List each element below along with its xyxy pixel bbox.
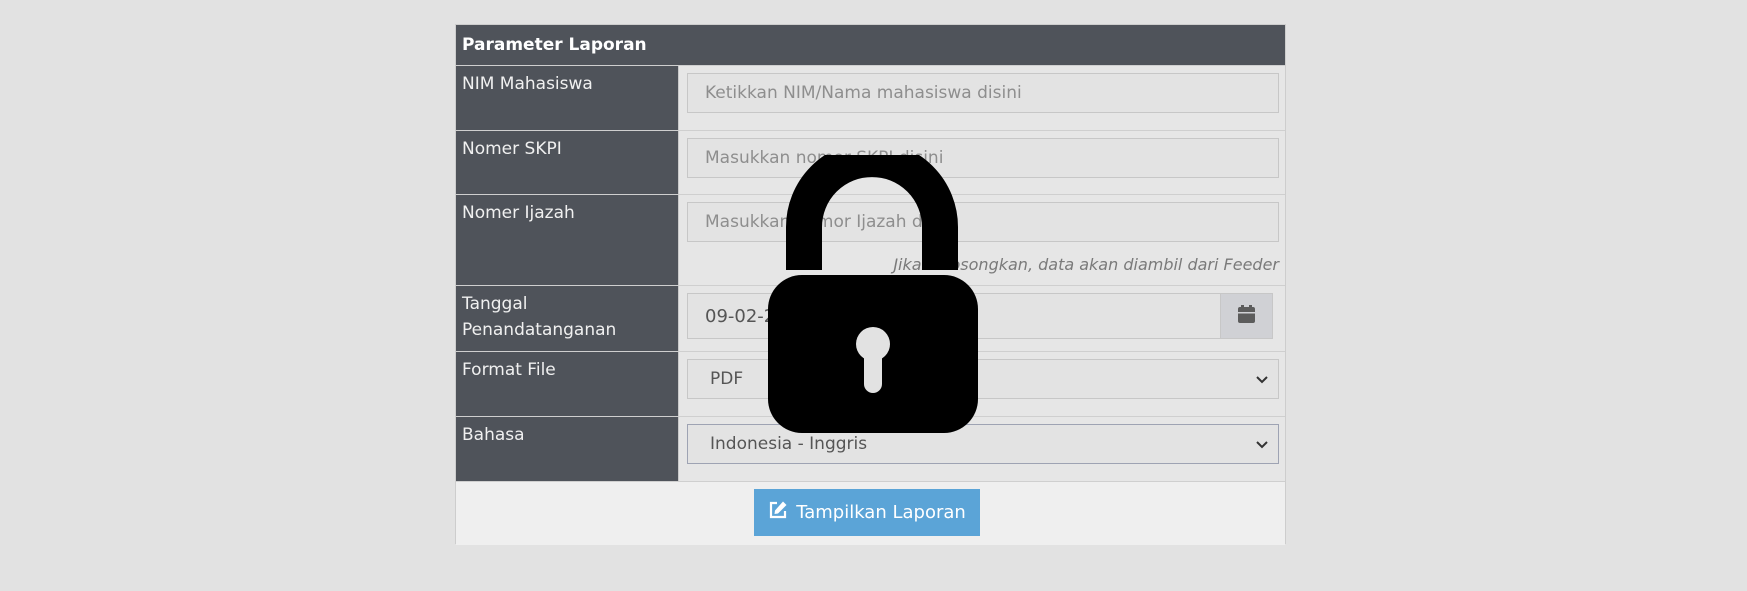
lock-icon	[768, 141, 978, 433]
form-footer: Tampilkan Laporan	[456, 481, 1285, 545]
nim-label: NIM Mahasiswa	[456, 66, 679, 130]
panel-title: Parameter Laporan	[456, 25, 1285, 65]
tanggal-label: Tanggal Penandatanganan	[456, 286, 679, 351]
ijazah-label: Nomer Ijazah	[456, 195, 679, 285]
nim-row: NIM Mahasiswa	[456, 65, 1285, 130]
chevron-down-icon	[1255, 436, 1269, 455]
format-label: Format File	[456, 352, 679, 416]
calendar-button[interactable]	[1221, 293, 1273, 339]
nim-cell	[679, 66, 1285, 130]
nim-input[interactable]	[687, 73, 1279, 113]
skpi-label: Nomer SKPI	[456, 131, 679, 194]
bahasa-label: Bahasa	[456, 417, 679, 481]
edit-icon	[768, 500, 788, 525]
calendar-icon	[1238, 305, 1255, 327]
tampilkan-laporan-button[interactable]: Tampilkan Laporan	[754, 489, 980, 536]
chevron-down-icon	[1255, 371, 1269, 390]
submit-button-label: Tampilkan Laporan	[796, 502, 966, 523]
